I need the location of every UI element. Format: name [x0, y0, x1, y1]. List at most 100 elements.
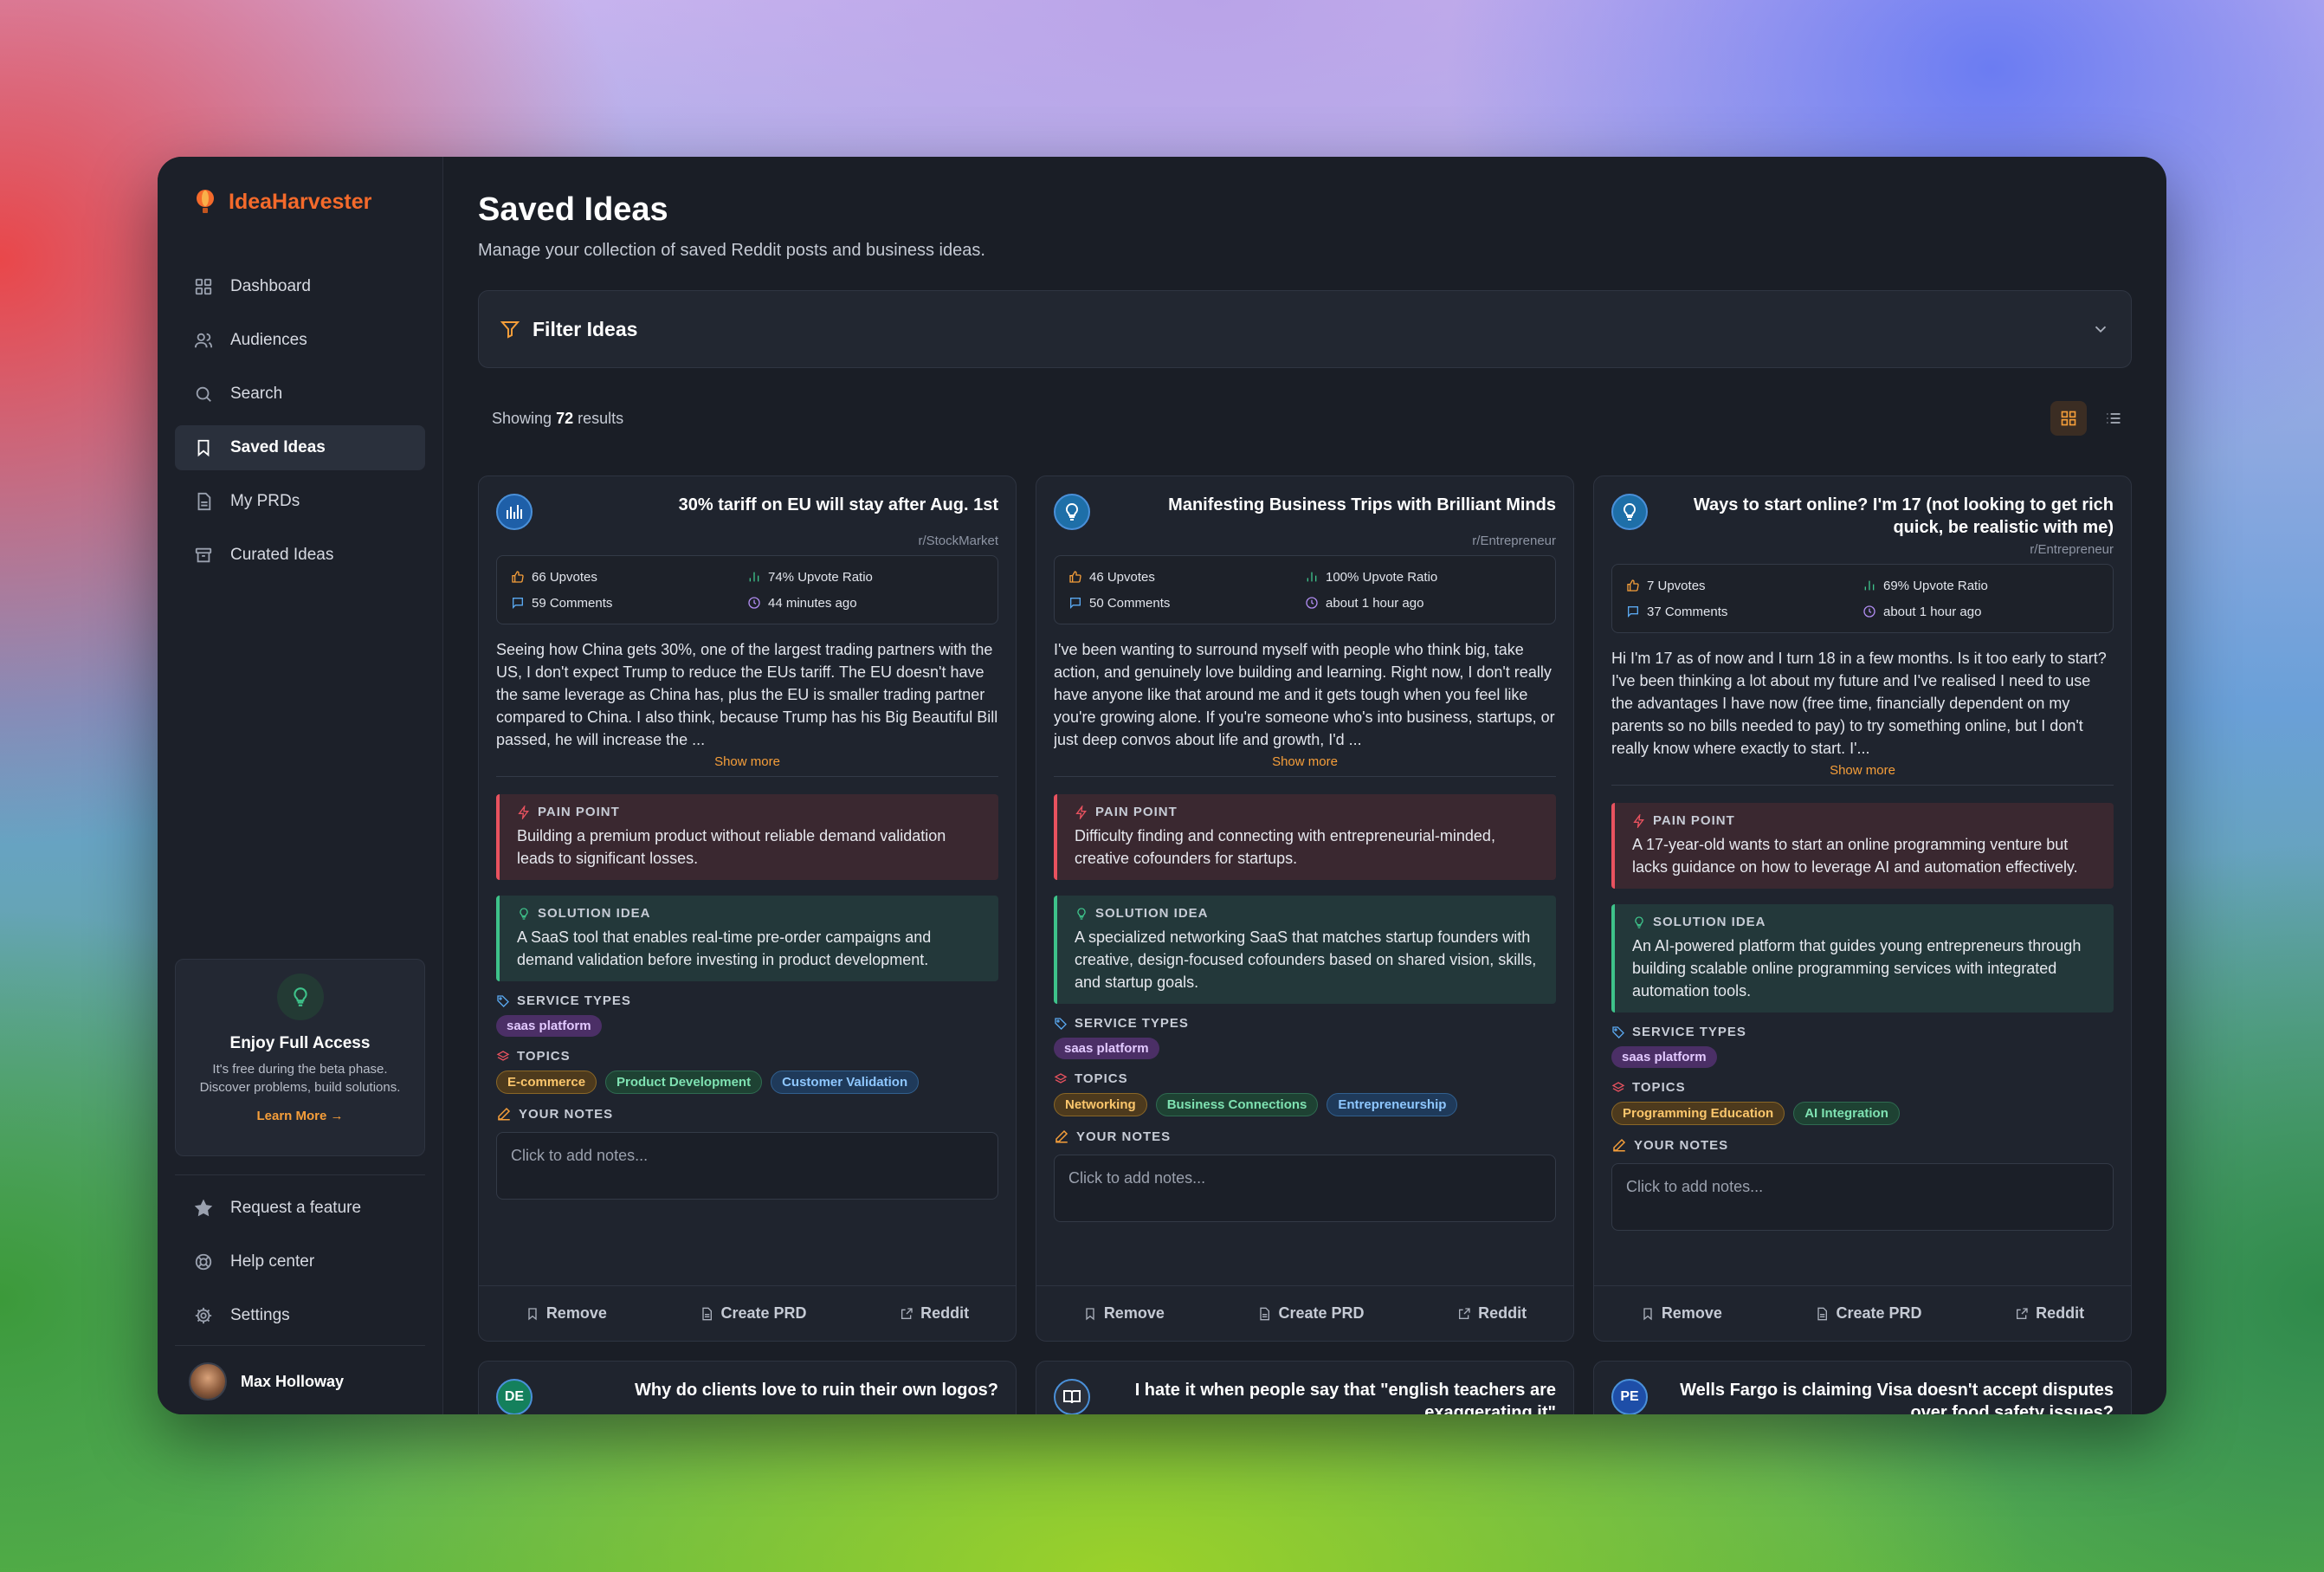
grid-view-button[interactable] [2050, 401, 2087, 436]
notes-input[interactable]: Click to add notes... [496, 1132, 998, 1200]
nav-settings[interactable]: Settings [175, 1293, 425, 1338]
notes-label: YOUR NOTES [496, 1106, 998, 1122]
app-name: IdeaHarvester [229, 189, 372, 214]
show-more-link[interactable]: Show more [496, 754, 998, 769]
notes-label: YOUR NOTES [1054, 1129, 1556, 1144]
user-profile[interactable]: Max Holloway [175, 1357, 425, 1406]
notes-input[interactable]: Click to add notes... [1611, 1163, 2114, 1231]
filter-ideas-toggle[interactable]: Filter Ideas [478, 290, 2132, 368]
upvotes-stat: 7 Upvotes [1626, 577, 1862, 594]
divider [175, 1174, 425, 1175]
ratio-stat: 69% Upvote Ratio [1862, 577, 2099, 594]
balloon-logo-icon [197, 190, 214, 213]
tag-icon [1612, 1025, 1624, 1038]
topic-tag[interactable]: Programming Education [1611, 1102, 1785, 1125]
nav-label: Help center [230, 1252, 315, 1271]
subreddit-label[interactable]: r/Entrepreneur [1054, 534, 1556, 548]
card-title[interactable]: Manifesting Business Trips with Brillian… [1106, 494, 1556, 516]
post-stats: 46 Upvotes 100% Upvote Ratio 50 Comments… [1054, 555, 1556, 624]
subreddit-label[interactable]: r/StockMarket [496, 534, 998, 548]
results-bar: Showing 72 results [478, 399, 2132, 437]
service-tags: saas platform [1054, 1038, 1556, 1059]
list-view-button[interactable] [2095, 401, 2132, 436]
subreddit-icon [496, 494, 533, 530]
bookmark-icon [197, 439, 210, 457]
solution-idea-text: An AI-powered platform that guides young… [1632, 937, 2082, 999]
lightning-icon [1075, 805, 1087, 819]
service-types-label: SERVICE TYPES [496, 993, 998, 1008]
edit-icon [1613, 1138, 1626, 1152]
card-title[interactable]: 30% tariff on EU will stay after Aug. 1s… [548, 494, 998, 516]
idea-card: DE Why do clients love to ruin their own… [478, 1361, 1017, 1414]
brand[interactable]: IdeaHarvester [175, 176, 425, 228]
service-types: SERVICE TYPES saas platform [496, 993, 998, 1037]
search-icon [196, 386, 211, 402]
tag-icon [497, 994, 509, 1007]
remove-button[interactable]: Remove [526, 1304, 607, 1323]
topic-tags: Networking Business Connections Entreprene… [1054, 1093, 1556, 1116]
reddit-link-button[interactable]: Reddit [1457, 1304, 1527, 1323]
topics-label: TOPICS [496, 1049, 998, 1064]
pain-point-text: Difficulty finding and connecting with e… [1075, 827, 1495, 867]
comment-icon [1070, 598, 1081, 609]
service-tag[interactable]: saas platform [1611, 1046, 1717, 1068]
card-header: I hate it when people say that "english … [1054, 1379, 1556, 1414]
nav-saved-ideas[interactable]: Saved Ideas [175, 425, 425, 470]
lightbulb-icon [276, 974, 324, 1020]
idea-card: PE Wells Fargo is claiming Visa doesn't … [1593, 1361, 2132, 1414]
create-prd-button[interactable]: Create PRD [1257, 1304, 1365, 1323]
service-types: SERVICE TYPES saas platform [1611, 1025, 2114, 1068]
subreddit-label[interactable]: r/Entrepreneur [1611, 542, 2114, 557]
service-tag[interactable]: saas platform [496, 1015, 602, 1037]
notes-label: YOUR NOTES [1611, 1137, 2114, 1153]
upvotes-stat: 46 Upvotes [1068, 568, 1305, 585]
card-title[interactable]: Ways to start online? I'm 17 (not lookin… [1663, 494, 2114, 539]
subreddit-icon [1054, 1379, 1090, 1414]
show-more-link[interactable]: Show more [1611, 763, 2114, 778]
pain-point-label: PAIN POINT [1632, 813, 2100, 828]
topic-tag[interactable]: Entrepreneurship [1327, 1093, 1458, 1116]
nav-label: Saved Ideas [230, 438, 326, 456]
lifebuoy-icon [195, 1253, 212, 1271]
comment-icon [513, 598, 523, 609]
create-prd-button[interactable]: Create PRD [1815, 1304, 1922, 1323]
topic-tag[interactable]: Networking [1054, 1093, 1147, 1116]
create-prd-button[interactable]: Create PRD [700, 1304, 807, 1323]
service-types: SERVICE TYPES saas platform [1054, 1016, 1556, 1059]
remove-button[interactable]: Remove [1083, 1304, 1165, 1323]
show-more-link[interactable]: Show more [1054, 754, 1556, 769]
comments-stat: 50 Comments [1068, 594, 1305, 611]
notes-input[interactable]: Click to add notes... [1054, 1155, 1556, 1222]
nav-my-prds[interactable]: My PRDs [175, 479, 425, 524]
reddit-link-button[interactable]: Reddit [900, 1304, 969, 1323]
nav-request-feature[interactable]: Request a feature [175, 1186, 425, 1231]
topic-tag[interactable]: Business Connections [1155, 1093, 1319, 1116]
promo-card: Enjoy Full Access It's free during the b… [175, 959, 425, 1156]
solution-idea-label: SOLUTION IDEA [1632, 915, 2100, 929]
remove-button[interactable]: Remove [1641, 1304, 1722, 1323]
card-title[interactable]: Why do clients love to ruin their own lo… [548, 1379, 998, 1401]
nav-audiences[interactable]: Audiences [175, 318, 425, 363]
topic-tag[interactable]: Customer Validation [771, 1071, 920, 1094]
card-title[interactable]: Wells Fargo is claiming Visa doesn't acc… [1663, 1379, 2114, 1414]
card-title[interactable]: I hate it when people say that "english … [1106, 1379, 1556, 1414]
nav-help-center[interactable]: Help center [175, 1239, 425, 1284]
nav-label: Request a feature [230, 1199, 362, 1217]
learn-more-link[interactable]: Learn More → [256, 1109, 343, 1123]
topic-tag[interactable]: AI Integration [1793, 1102, 1900, 1125]
results-count: Showing 72 results [492, 409, 624, 427]
pain-point-label: PAIN POINT [517, 805, 984, 819]
divider [1611, 785, 2114, 786]
topic-tag[interactable]: Product Development [605, 1071, 763, 1094]
document-icon [197, 492, 211, 511]
subreddit-icon [1611, 494, 1648, 530]
topic-tag[interactable]: E-commerce [496, 1071, 597, 1094]
reddit-link-button[interactable]: Reddit [2015, 1304, 2084, 1323]
nav-search[interactable]: Search [175, 372, 425, 417]
nav-curated-ideas[interactable]: Curated Ideas [175, 533, 425, 578]
external-link-icon [1459, 1307, 1470, 1319]
service-tag[interactable]: saas platform [1054, 1038, 1159, 1059]
clock-icon [748, 597, 760, 609]
comments-stat: 37 Comments [1626, 603, 1862, 620]
nav-dashboard[interactable]: Dashboard [175, 264, 425, 309]
